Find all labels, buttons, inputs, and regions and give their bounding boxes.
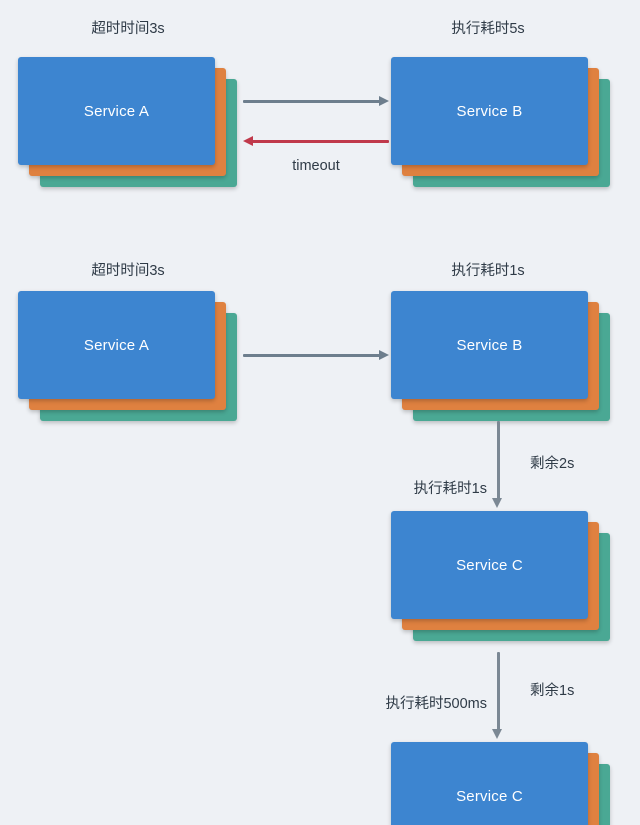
service-card-a-2[interactable]: Service A [18, 291, 237, 421]
service-card-label: Service B [456, 102, 523, 120]
arrow-shaft [252, 140, 389, 143]
service-card-c-2[interactable]: Service C [391, 742, 610, 825]
card-layer-front: Service A [18, 291, 215, 399]
arrow-shaft [243, 354, 380, 357]
label-remaining-1: 剩余2s [530, 456, 575, 472]
caption-execution-cost-2: 执行耗时1s [451, 263, 525, 279]
arrow-timeout-response-1 [243, 134, 389, 148]
service-card-label: Service C [456, 787, 523, 805]
label-cost-hop-2: 执行耗时500ms [385, 696, 487, 712]
service-card-b-2[interactable]: Service B [391, 291, 610, 421]
service-card-label: Service C [456, 556, 523, 574]
card-layer-front: Service C [391, 511, 588, 619]
arrow-request-2 [243, 348, 389, 362]
arrow-head [492, 498, 502, 508]
caption-timeout-setting-1: 超时时间3s [91, 21, 165, 37]
label-timeout: timeout [292, 158, 340, 174]
label-remaining-2: 剩余1s [530, 683, 575, 699]
arrow-shaft [497, 421, 500, 499]
arrow-hop-2 [491, 652, 505, 739]
card-layer-front: Service B [391, 57, 588, 165]
service-card-label: Service A [83, 102, 150, 120]
diagram-canvas: 超时时间3s 执行耗时5s Service A timeout Service … [0, 0, 640, 825]
label-cost-hop-1: 执行耗时1s [413, 481, 487, 497]
service-card-label: Service B [456, 336, 523, 354]
service-card-a-1[interactable]: Service A [18, 57, 237, 187]
arrow-head [243, 136, 253, 146]
caption-execution-cost-1: 执行耗时5s [451, 21, 525, 37]
arrow-head [379, 350, 389, 360]
arrow-head [379, 96, 389, 106]
service-card-b-1[interactable]: Service B [391, 57, 610, 187]
arrow-shaft [497, 652, 500, 730]
arrow-shaft [243, 100, 380, 103]
card-layer-front: Service C [391, 742, 588, 825]
card-layer-front: Service A [18, 57, 215, 165]
service-card-label: Service A [83, 336, 150, 354]
arrow-head [492, 729, 502, 739]
arrow-hop-1 [491, 421, 505, 508]
caption-timeout-setting-2: 超时时间3s [91, 263, 165, 279]
card-layer-front: Service B [391, 291, 588, 399]
service-card-c-1[interactable]: Service C [391, 511, 610, 641]
arrow-request-1 [243, 94, 389, 108]
